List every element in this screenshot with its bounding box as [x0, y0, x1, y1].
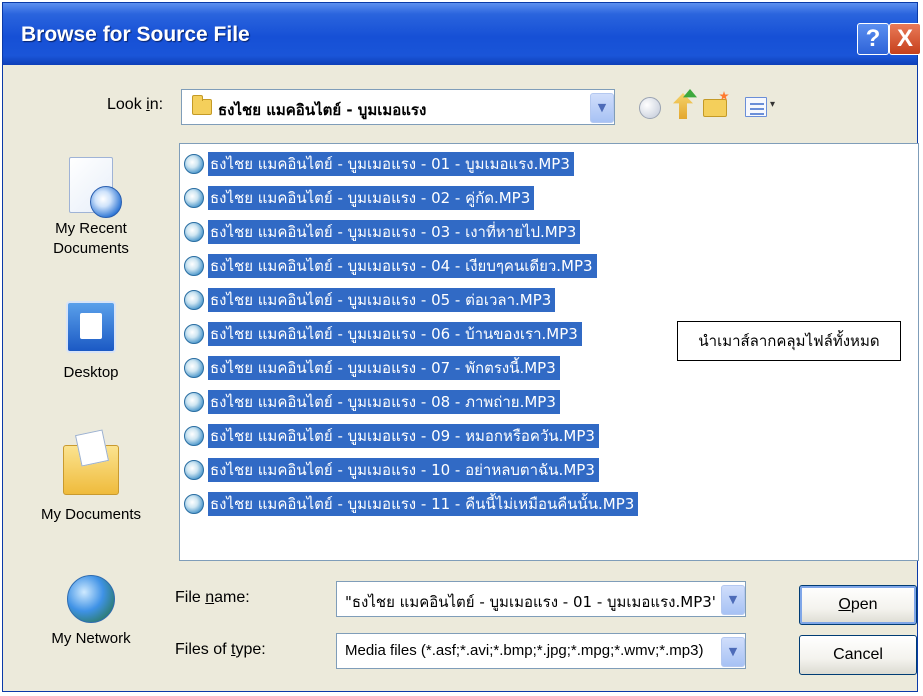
file-name: ธงไชย แมคอินไตย์ - บูมเมอแรง - 11 - คืนน…: [208, 492, 639, 516]
file-name: ธงไชย แมคอินไตย์ - บูมเมอแรง - 03 - เงาท…: [208, 220, 581, 244]
files-of-type-value: Media files (*.asf;*.avi;*.bmp;*.jpg;*.m…: [345, 642, 704, 659]
place-label: My Documents: [40, 506, 142, 523]
open-button[interactable]: Open: [799, 585, 917, 625]
file-name-label-suffix: ame:: [214, 589, 250, 606]
place-my-documents[interactable]: My Documents: [21, 445, 161, 525]
list-item[interactable]: ธงไชย แมคอินไตย์ - บูมเมอแรง - 09 - หมอก…: [184, 424, 599, 448]
media-file-icon: [184, 324, 204, 344]
my-documents-icon: [63, 445, 119, 495]
recent-documents-icon: [69, 157, 122, 218]
place-my-network[interactable]: My Network: [21, 575, 161, 649]
views-dropdown-arrow-icon[interactable]: ▾: [770, 99, 775, 110]
views-menu-icon[interactable]: [745, 97, 767, 117]
file-type-label-suffix: ype:: [235, 641, 266, 658]
file-name-label: File name:: [175, 589, 250, 607]
back-icon[interactable]: [639, 97, 661, 119]
media-file-icon: [184, 154, 204, 174]
instruction-callout: นำเมาส์ลากคลุมไฟล์ทั้งหมด: [677, 321, 901, 361]
media-file-icon: [184, 222, 204, 242]
file-name: ธงไชย แมคอินไตย์ - บูมเมอแรง - 04 - เงีย…: [208, 254, 597, 278]
list-item[interactable]: ธงไชย แมคอินไตย์ - บูมเมอแรง - 07 - พักต…: [184, 356, 560, 380]
place-label: My Network: [51, 630, 131, 647]
list-item[interactable]: ธงไชย แมคอินไตย์ - บูมเมอแรง - 04 - เงีย…: [184, 254, 597, 278]
browse-dialog: Browse for Source File ? X Look in: ธงไช…: [2, 2, 921, 692]
my-network-icon: [67, 575, 115, 623]
file-name: ธงไชย แมคอินไตย์ - บูมเมอแรง - 02 - คู่ก…: [208, 186, 535, 210]
list-item[interactable]: ธงไชย แมคอินไตย์ - บูมเมอแรง - 08 - ภาพถ…: [184, 390, 560, 414]
file-name-label-prefix: File: [175, 589, 206, 606]
look-in-label-prefix: Look: [107, 96, 147, 113]
file-name: ธงไชย แมคอินไตย์ - บูมเมอแรง - 01 - บูมเ…: [208, 152, 574, 176]
create-new-folder-icon[interactable]: [703, 99, 727, 117]
open-access-key: O: [838, 596, 851, 613]
file-name: ธงไชย แมคอินไตย์ - บูมเมอแรง - 07 - พักต…: [208, 356, 560, 380]
media-file-icon: [184, 188, 204, 208]
list-item[interactable]: ธงไชย แมคอินไตย์ - บูมเมอแรง - 01 - บูมเ…: [184, 152, 574, 176]
list-item[interactable]: ธงไชย แมคอินไตย์ - บูมเมอแรง - 10 - อย่า…: [184, 458, 599, 482]
media-file-icon: [184, 358, 204, 378]
chevron-down-icon[interactable]: ▼: [721, 585, 745, 615]
place-label: Desktop: [63, 364, 119, 381]
place-label: My Recent: [55, 220, 127, 237]
look-in-label-suffix: n:: [149, 96, 164, 113]
media-file-icon: [184, 392, 204, 412]
file-name: ธงไชย แมคอินไตย์ - บูมเมอแรง - 10 - อย่า…: [208, 458, 599, 482]
look-in-combo[interactable]: ธงไชย แมคอินไตย์ - บูมเมอแรง ▼: [181, 89, 615, 125]
files-of-type-label: Files of type:: [175, 641, 266, 659]
place-label: Documents: [53, 240, 129, 257]
media-file-icon: [184, 256, 204, 276]
chevron-down-icon[interactable]: ▼: [721, 637, 745, 667]
list-item[interactable]: ธงไชย แมคอินไตย์ - บูมเมอแรง - 03 - เงาท…: [184, 220, 581, 244]
list-item[interactable]: ธงไชย แมคอินไตย์ - บูมเมอแรง - 05 - ต่อเ…: [184, 288, 556, 312]
file-name: ธงไชย แมคอินไตย์ - บูมเมอแรง - 09 - หมอก…: [208, 424, 599, 448]
file-type-label-prefix: Files of: [175, 641, 232, 658]
place-my-recent-documents[interactable]: My Recent Documents: [21, 157, 161, 259]
chevron-down-icon[interactable]: ▼: [590, 93, 614, 123]
media-file-icon: [184, 460, 204, 480]
open-label-rest: pen: [850, 596, 878, 613]
look-in-label: Look in:: [107, 96, 163, 114]
files-of-type-combo[interactable]: Media files (*.asf;*.avi;*.bmp;*.jpg;*.m…: [336, 633, 746, 669]
file-name-field[interactable]: "ธงไชย แมคอินไตย์ - บูมเมอแรง - 01 - บูม…: [336, 581, 746, 617]
file-name-access-key: n: [205, 589, 215, 606]
file-name: ธงไชย แมคอินไตย์ - บูมเมอแรง - 08 - ภาพถ…: [208, 390, 560, 414]
place-desktop[interactable]: Desktop: [21, 301, 161, 383]
file-name: ธงไชย แมคอินไตย์ - บูมเมอแรง - 05 - ต่อเ…: [208, 288, 556, 312]
close-button[interactable]: X: [889, 23, 921, 55]
file-name: ธงไชย แมคอินไตย์ - บูมเมอแรง - 06 - บ้าน…: [208, 322, 582, 346]
media-file-icon: [184, 290, 204, 310]
folder-icon: [192, 95, 212, 115]
media-file-icon: [184, 494, 204, 514]
list-item[interactable]: ธงไชย แมคอินไตย์ - บูมเมอแรง - 02 - คู่ก…: [184, 186, 535, 210]
file-name-value: "ธงไชย แมคอินไตย์ - บูมเมอแรง - 01 - บูม…: [345, 593, 715, 611]
look-in-value: ธงไชย แมคอินไตย์ - บูมเมอแรง: [218, 101, 427, 119]
desktop-icon: [66, 301, 116, 353]
help-button[interactable]: ?: [857, 23, 889, 55]
dialog-title: Browse for Source File: [21, 23, 250, 46]
places-bar: My Recent Documents Desktop My Documents…: [21, 145, 161, 675]
list-item[interactable]: ธงไชย แมคอินไตย์ - บูมเมอแรง - 11 - คืนน…: [184, 492, 639, 516]
list-item[interactable]: ธงไชย แมคอินไตย์ - บูมเมอแรง - 06 - บ้าน…: [184, 322, 582, 346]
media-file-icon: [184, 426, 204, 446]
cancel-button[interactable]: Cancel: [799, 635, 917, 675]
title-bar[interactable]: Browse for Source File ? X: [3, 3, 921, 65]
